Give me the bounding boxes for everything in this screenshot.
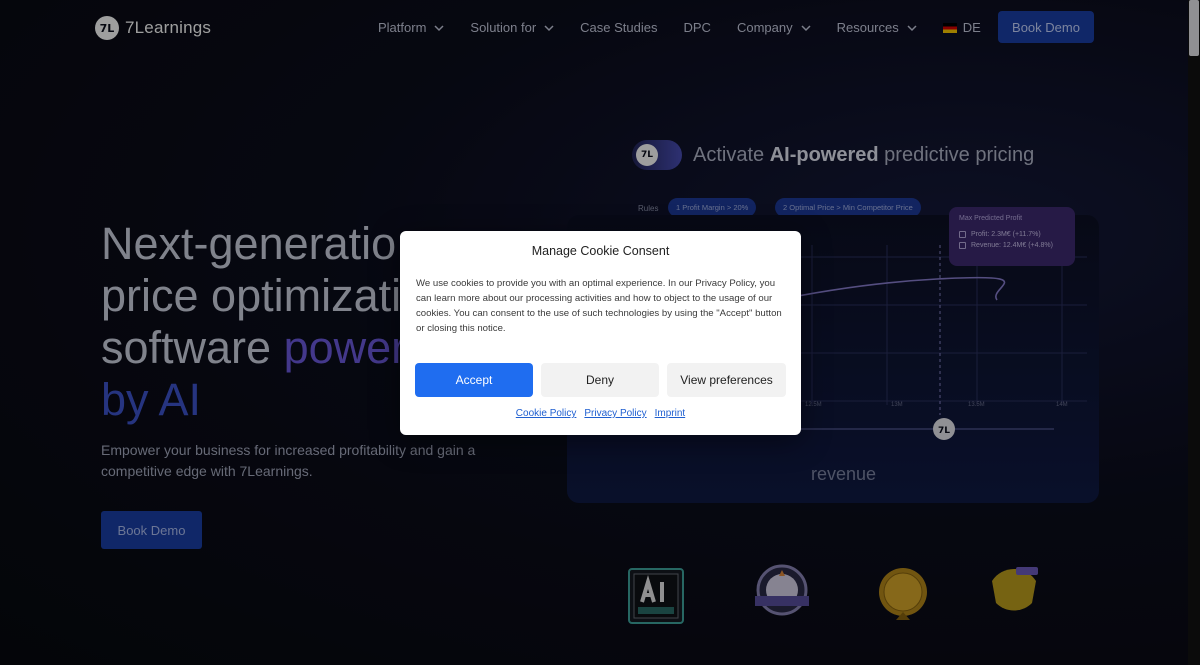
cookie-dialog-links: Cookie Policy Privacy Policy Imprint [400, 408, 801, 419]
cookie-consent-dialog: Manage Cookie Consent We use cookies to … [400, 231, 801, 435]
cookie-dialog-title: Manage Cookie Consent [531, 244, 670, 258]
accept-cookies-button[interactable]: Accept [415, 363, 533, 397]
privacy-policy-link[interactable]: Privacy Policy [584, 408, 646, 419]
cookie-policy-link[interactable]: Cookie Policy [516, 408, 577, 419]
deny-cookies-button[interactable]: Deny [541, 363, 659, 397]
view-preferences-button[interactable]: View preferences [667, 363, 786, 397]
cookie-dialog-body: We use cookies to provide you with an op… [416, 278, 782, 334]
imprint-link[interactable]: Imprint [655, 408, 686, 419]
